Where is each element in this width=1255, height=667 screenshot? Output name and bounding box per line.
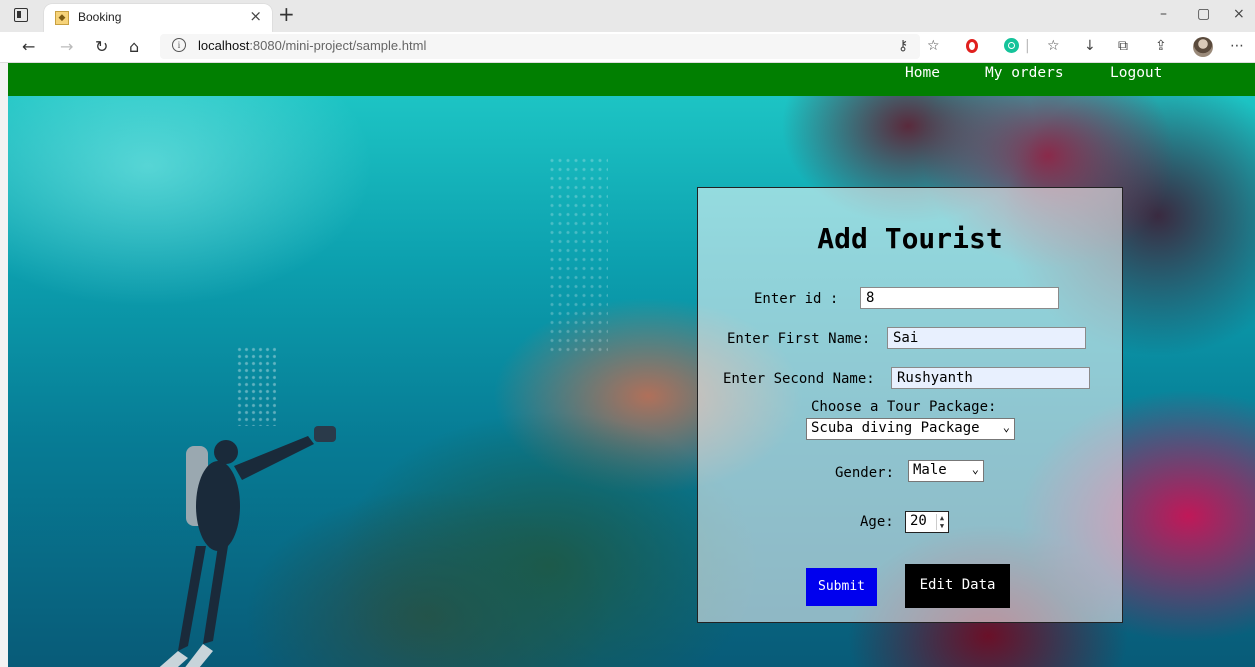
tab-close-icon[interactable]: × xyxy=(249,7,262,25)
profile-avatar[interactable] xyxy=(1193,37,1213,57)
forward-icon[interactable]: → xyxy=(60,37,73,56)
web-page: Home My orders Logout Add Tourist Enter … xyxy=(8,63,1255,667)
submit-button[interactable]: Submit xyxy=(806,568,877,606)
scuba-diver-illustration xyxy=(159,426,336,667)
collections-icon[interactable]: ⧉ xyxy=(1118,38,1128,54)
favorite-star-icon[interactable]: ☆ xyxy=(927,38,940,54)
more-menu-icon[interactable]: ⋯ xyxy=(1230,38,1244,54)
key-icon[interactable]: ⚷ xyxy=(898,38,908,54)
minimize-icon[interactable]: – xyxy=(1160,6,1167,22)
chevron-down-icon: ⌄ xyxy=(971,462,979,476)
gender-label: Gender: xyxy=(835,465,895,481)
nav-logout-link[interactable]: Logout xyxy=(1110,65,1162,81)
tab-title: Booking xyxy=(78,10,122,24)
age-label: Age: xyxy=(860,514,894,530)
package-label: Choose a Tour Package: xyxy=(811,399,997,415)
share-icon[interactable]: ⇪ xyxy=(1155,38,1167,54)
spinner-arrows-icon[interactable]: ▲ ▼ xyxy=(936,514,947,530)
url-field[interactable]: i localhost:8080/mini-project/sample.htm… xyxy=(160,34,920,59)
second-name-input[interactable]: Rushyanth xyxy=(891,367,1090,389)
second-name-label: Enter Second Name: xyxy=(723,371,875,387)
browser-tab-bar: ◆ Booking × + – ▢ × xyxy=(0,0,1255,32)
id-input[interactable]: 8 xyxy=(860,287,1059,309)
back-icon[interactable]: ← xyxy=(22,37,35,56)
package-selected-value: Scuba diving Package xyxy=(811,420,980,436)
edit-data-button[interactable]: Edit Data xyxy=(905,564,1010,608)
refresh-icon[interactable]: ↻ xyxy=(95,37,108,56)
url-text[interactable]: localhost:8080/mini-project/sample.html xyxy=(198,38,426,53)
first-name-input[interactable]: Sai xyxy=(887,327,1086,349)
top-navbar: Home My orders Logout xyxy=(8,63,1255,96)
grammarly-extension-icon[interactable] xyxy=(1004,38,1019,53)
gender-selected-value: Male xyxy=(913,462,947,478)
id-label: Enter id : xyxy=(754,291,839,307)
form-heading: Add Tourist xyxy=(817,222,1003,255)
nav-my-orders-link[interactable]: My orders xyxy=(985,65,1064,81)
first-name-label: Enter First Name: xyxy=(727,331,871,347)
downloads-icon[interactable]: ↓ xyxy=(1084,38,1096,54)
age-number-input[interactable]: 20 ▲ ▼ xyxy=(905,511,949,533)
site-info-icon[interactable]: i xyxy=(172,38,186,52)
close-window-icon[interactable]: × xyxy=(1233,6,1245,22)
age-value: 20 xyxy=(910,513,927,529)
package-select[interactable]: Scuba diving Package ⌄ xyxy=(806,418,1015,440)
nav-home-link[interactable]: Home xyxy=(905,65,940,81)
browser-tab[interactable]: ◆ Booking × xyxy=(44,4,272,32)
toolbar-divider: | xyxy=(1025,38,1030,54)
address-bar-row: ← → ↻ ⌂ i localhost:8080/mini-project/sa… xyxy=(0,32,1255,63)
bubbles-decoration xyxy=(548,156,608,356)
favicon-icon: ◆ xyxy=(55,11,69,25)
chevron-down-icon: ⌄ xyxy=(1002,420,1010,434)
gender-select[interactable]: Male ⌄ xyxy=(908,460,984,482)
maximize-icon[interactable]: ▢ xyxy=(1197,6,1210,22)
new-tab-button[interactable]: + xyxy=(278,2,295,26)
favorites-list-icon[interactable]: ☆ xyxy=(1047,38,1060,54)
tab-actions-icon[interactable] xyxy=(14,8,28,22)
opera-extension-icon[interactable] xyxy=(966,39,978,53)
home-icon[interactable]: ⌂ xyxy=(129,37,139,56)
add-tourist-form: Add Tourist Enter id : 8 Enter First Nam… xyxy=(697,187,1123,623)
